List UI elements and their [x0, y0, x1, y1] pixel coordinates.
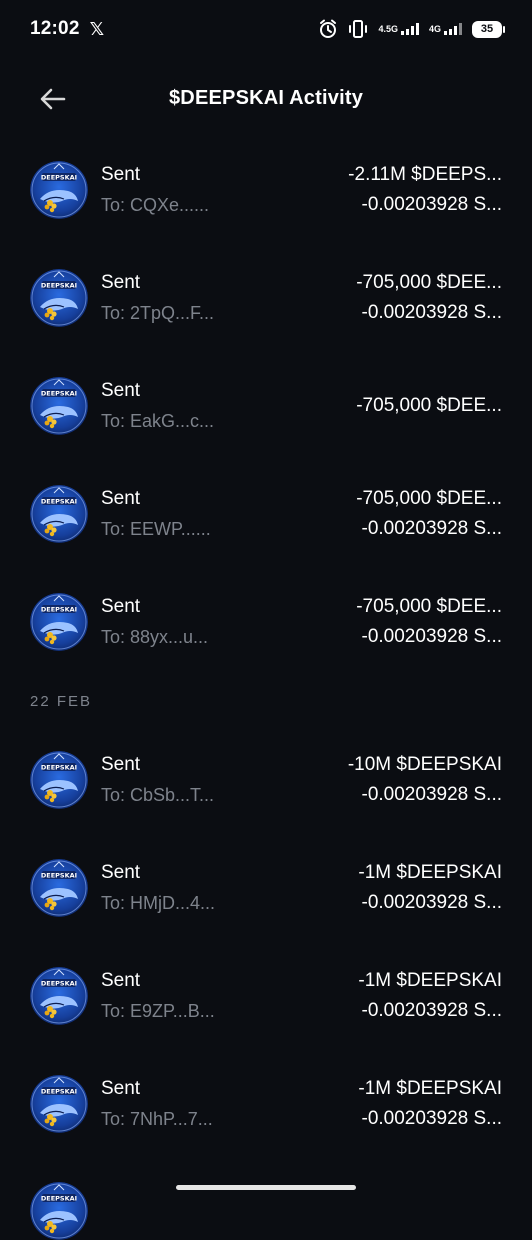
svg-text:DEEPSKAI: DEEPSKAI — [41, 282, 77, 290]
transaction-row[interactable]: DEEPSKAI Sent To: HMjD...4... -1M $DEEPSKA… — [0, 834, 532, 942]
vibrate-icon — [348, 18, 368, 40]
page-title: $DEEPSKAI Activity — [168, 86, 364, 109]
token-amount: -705,000 $DEE... — [356, 596, 502, 617]
deepskai-token-icon: DEEPSKAI — [30, 593, 88, 651]
token-amount: -10M $DEEPSKAI — [347, 754, 502, 775]
fee-amount: -0.00203928 S... — [361, 626, 503, 647]
transaction-amounts: -10M $DEEPSKAI -0.00203928 S... — [348, 754, 502, 806]
fee-amount: -0.00203928 S... — [361, 518, 503, 539]
back-button[interactable] — [38, 84, 68, 114]
transaction-group-recent: DEEPSKAI Sent To: CQXe...... -2.11M $DEEPS… — [0, 136, 532, 676]
svg-text:DEEPSKAI: DEEPSKAI — [41, 764, 77, 772]
fee-amount: -0.00203928 S... — [361, 1108, 503, 1129]
svg-text:DEEPSKAI: DEEPSKAI — [41, 980, 77, 988]
transaction-row[interactable]: DEEPSKAI Sent To: CQXe...... -2.11M $DEEPS… — [0, 136, 532, 244]
deepskai-token-icon: DEEPSKAI — [30, 1182, 88, 1240]
signal-bars-2 — [444, 23, 462, 35]
transaction-amounts: -705,000 $DEE... -0.00203928 S... — [356, 488, 502, 540]
transaction-row[interactable]: DEEPSKAI Sent To: 2TpQ...F... -705,000 $DE… — [0, 244, 532, 352]
deepskai-token-icon: DEEPSKAI — [30, 377, 88, 435]
deepskai-token-icon: DEEPSKAI — [30, 161, 88, 219]
svg-text:DEEPSKAI: DEEPSKAI — [41, 1088, 77, 1096]
status-bar: 12:02 𝕏 4.5G 4G 35 — [0, 0, 532, 58]
token-amount: -1M $DEEPSKAI — [358, 970, 502, 991]
status-right: 4.5G 4G 35 — [318, 18, 505, 40]
token-amount: -2.11M $DEEPS... — [348, 164, 502, 185]
transaction-amounts: -705,000 $DEE... — [356, 395, 502, 417]
deepskai-token-icon: DEEPSKAI — [30, 967, 88, 1025]
date-separator: 22 FEB — [30, 692, 93, 710]
network-signal-icon: 4.5G — [378, 18, 419, 40]
network-type-label: 4.5G — [378, 23, 398, 34]
alarm-icon — [318, 18, 338, 40]
svg-text:DEEPSKAI: DEEPSKAI — [41, 390, 77, 398]
fee-amount: -0.00203928 S... — [361, 1000, 503, 1021]
deepskai-token-icon: DEEPSKAI — [30, 1075, 88, 1133]
transaction-row[interactable]: DEEPSKAI Sent To: EEWP...... -705,000 $DEE… — [0, 460, 532, 568]
transaction-amounts: -1M $DEEPSKAI -0.00203928 S... — [358, 970, 502, 1022]
transaction-row[interactable]: DEEPSKAI Sent To: E9ZP...B... -1M $DEEPSKA… — [0, 942, 532, 1050]
network-signal-icon-2: 4G — [429, 18, 462, 40]
svg-text:DEEPSKAI: DEEPSKAI — [41, 872, 77, 880]
deepskai-token-icon: DEEPSKAI — [30, 269, 88, 327]
token-amount: -705,000 $DEE... — [356, 395, 502, 416]
token-amount: -705,000 $DEE... — [356, 488, 502, 509]
deepskai-token-icon: DEEPSKAI — [30, 751, 88, 809]
status-time: 12:02 — [30, 18, 80, 39]
network-type-label-2: 4G — [428, 23, 441, 34]
svg-text:DEEPSKAI: DEEPSKAI — [41, 174, 77, 182]
app-header: $DEEPSKAI Activity — [0, 70, 532, 126]
fee-amount: -0.00203928 S... — [361, 302, 503, 323]
status-left: 12:02 𝕏 — [30, 18, 104, 40]
transaction-row[interactable]: DEEPSKAI Sent To: EakG...c... -705,000 $DE… — [0, 352, 532, 460]
transaction-amounts: -1M $DEEPSKAI -0.00203928 S... — [358, 862, 502, 914]
transaction-row[interactable]: DEEPSKAI Sent To: 88yx...u... -705,000 $DE… — [0, 568, 532, 676]
activity-list: DEEPSKAI Sent To: CQXe...... -2.11M $DEEPS… — [0, 136, 532, 1158]
transaction-row[interactable]: DEEPSKAI Sent To: 7NhP...7... -1M $DEEPSKA… — [0, 1050, 532, 1158]
svg-text:DEEPSKAI: DEEPSKAI — [41, 606, 77, 614]
token-amount: -1M $DEEPSKAI — [358, 1078, 502, 1099]
svg-text:DEEPSKAI: DEEPSKAI — [41, 1195, 77, 1203]
arrow-left-icon — [40, 88, 66, 110]
token-amount: -705,000 $DEE... — [356, 272, 502, 293]
x-logo-icon: 𝕏 — [89, 18, 105, 39]
signal-bars — [400, 23, 419, 35]
battery-icon: 35 — [472, 20, 505, 38]
fee-amount: -0.00203928 S... — [361, 784, 503, 805]
token-amount: -1M $DEEPSKAI — [358, 862, 502, 883]
transaction-amounts: -705,000 $DEE... -0.00203928 S... — [356, 272, 502, 324]
deepskai-token-icon: DEEPSKAI — [30, 859, 88, 917]
transaction-row[interactable]: DEEPSKAI Sent To: CbSb...T... -10M $DEEPSK… — [0, 726, 532, 834]
home-indicator — [176, 1185, 356, 1190]
fee-amount: -0.00203928 S... — [361, 892, 503, 913]
transaction-amounts: -2.11M $DEEPS... -0.00203928 S... — [348, 164, 502, 216]
transaction-amounts: -705,000 $DEE... -0.00203928 S... — [356, 596, 502, 648]
transaction-group-22-feb: DEEPSKAI Sent To: CbSb...T... -10M $DEEPSK… — [0, 726, 532, 1158]
transaction-amounts: -1M $DEEPSKAI -0.00203928 S... — [358, 1078, 502, 1130]
svg-text:DEEPSKAI: DEEPSKAI — [41, 498, 77, 506]
fee-amount: -0.00203928 S... — [361, 194, 503, 215]
deepskai-token-icon: DEEPSKAI — [30, 485, 88, 543]
